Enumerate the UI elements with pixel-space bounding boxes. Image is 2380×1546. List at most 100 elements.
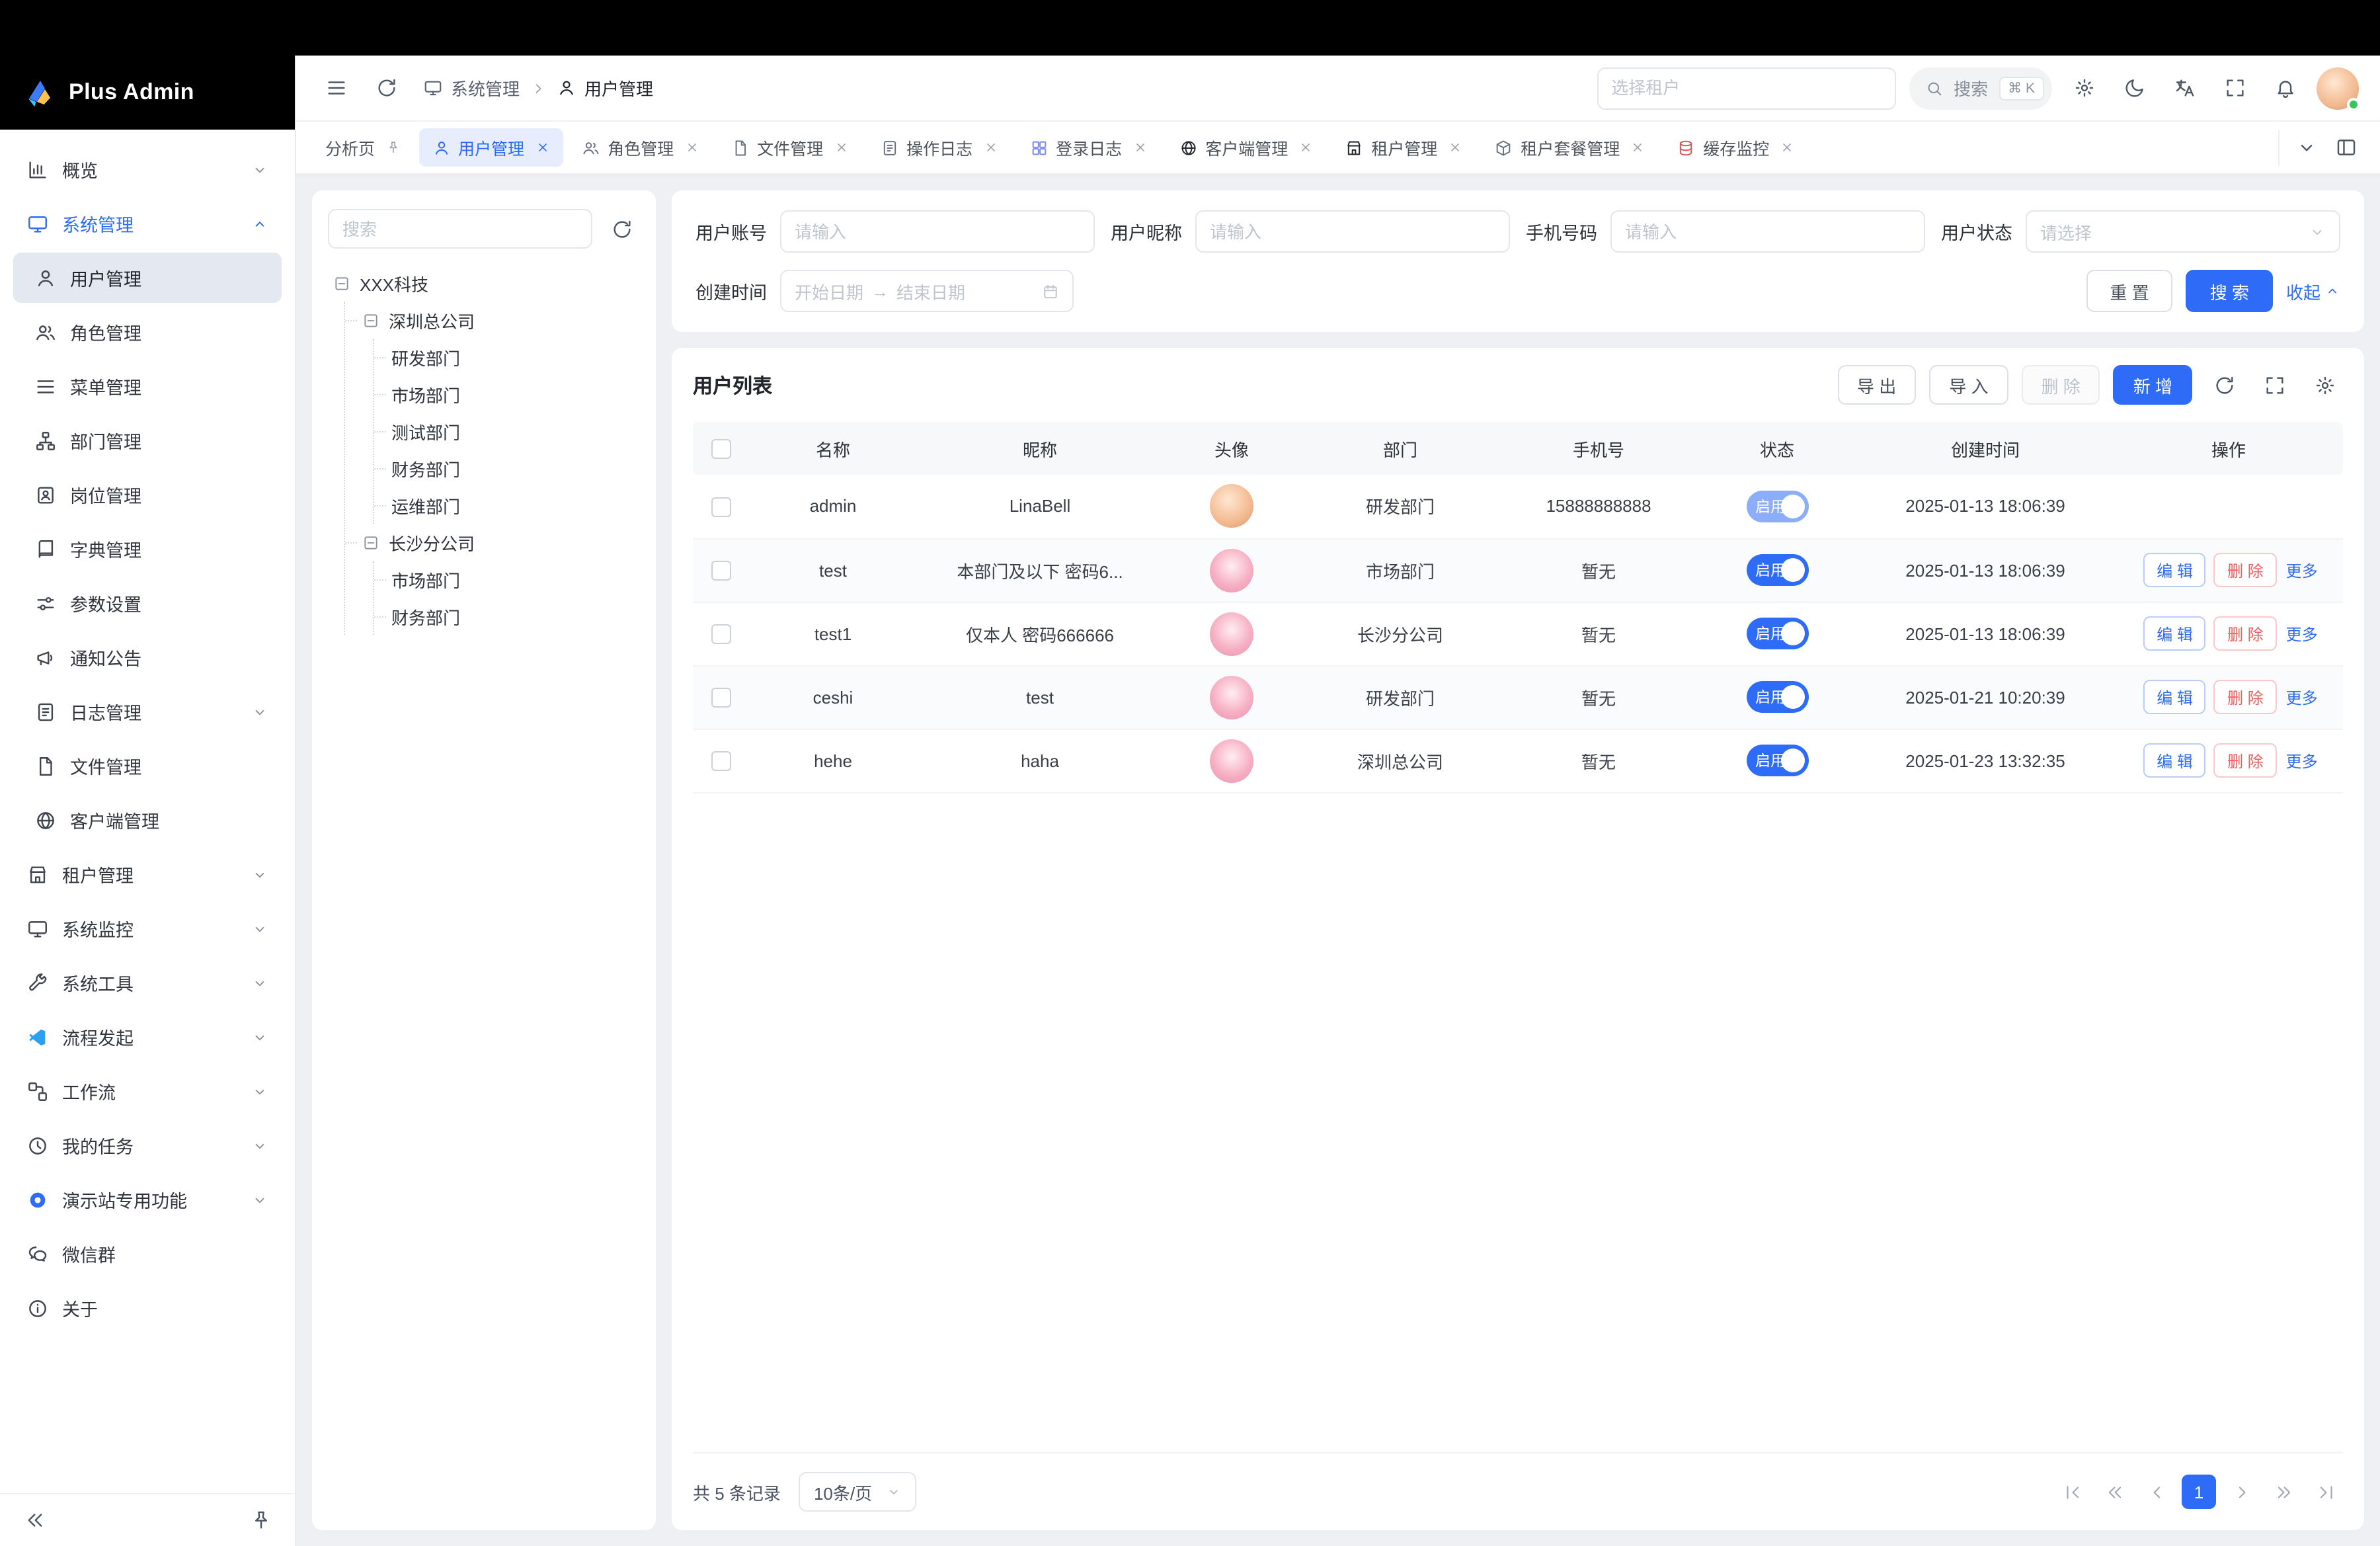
tree-node[interactable]: 市场部门 (391, 376, 640, 413)
row-checkbox[interactable] (711, 751, 731, 771)
filter-account-text-input[interactable] (795, 222, 1080, 241)
tenant-select-input[interactable] (1611, 78, 1881, 98)
status-toggle[interactable]: 启用 (1746, 554, 1808, 586)
sidebar-item-department-management[interactable]: 部门管理 (13, 415, 282, 466)
tree-node[interactable]: 财务部门 (391, 598, 640, 635)
page-refresh-button[interactable] (368, 69, 405, 106)
breadcrumb-item-system[interactable]: 系统管理 (423, 75, 520, 101)
sidebar-collapse-button[interactable] (19, 1504, 50, 1536)
more-button[interactable]: 更多 (2286, 688, 2318, 707)
export-button[interactable]: 导 出 (1837, 365, 1916, 405)
edit-button[interactable]: 编 辑 (2143, 553, 2206, 587)
fullscreen-button[interactable] (2216, 69, 2253, 106)
status-toggle[interactable]: 启用 (1746, 491, 1808, 522)
notification-bell-button[interactable] (2266, 69, 2303, 106)
language-translate-button[interactable] (2166, 69, 2203, 106)
filter-status-input[interactable]: 请选择 (2026, 210, 2340, 253)
sidebar-item-my-tasks[interactable]: 我的任务 (13, 1120, 282, 1170)
tab-client-management[interactable]: 客户端管理 (1166, 128, 1326, 167)
edit-button[interactable]: 编 辑 (2143, 616, 2206, 651)
table-column-settings-button[interactable] (2306, 366, 2343, 403)
sidebar-item-system-management[interactable]: 系统管理 (13, 198, 282, 249)
logo[interactable]: Plus Admin (0, 56, 295, 130)
search-button[interactable]: 搜 索 (2186, 270, 2273, 312)
status-toggle[interactable]: 启用 (1746, 681, 1808, 713)
hamburger-menu-button[interactable] (317, 69, 354, 106)
sidebar-item-client-management[interactable]: 客户端管理 (13, 795, 282, 845)
sidebar-item-tenant-management[interactable]: 租户管理 (13, 849, 282, 899)
prev-page-button[interactable] (2139, 1475, 2174, 1509)
tree-node[interactable]: 市场部门 (391, 561, 640, 598)
tenant-select[interactable] (1597, 67, 1895, 109)
delete-button[interactable]: 删 除 (2214, 680, 2277, 714)
sidebar-item-parameter-settings[interactable]: 参数设置 (13, 578, 282, 628)
page-number-current[interactable]: 1 (2182, 1475, 2216, 1509)
sidebar-item-notice-announcement[interactable]: 通知公告 (13, 632, 282, 682)
edit-button[interactable]: 编 辑 (2143, 743, 2206, 778)
sidebar-item-dictionary-management[interactable]: 字典管理 (13, 524, 282, 574)
filter-nickname-text-input[interactable] (1210, 222, 1495, 241)
tab-analysis-page[interactable]: 分析页 (312, 128, 413, 167)
delete-button[interactable]: 删 除 (2214, 743, 2277, 778)
sidebar-item-system-tools[interactable]: 系统工具 (13, 957, 282, 1008)
prev-pages-button[interactable] (2097, 1475, 2131, 1509)
table-refresh-button[interactable] (2205, 366, 2242, 403)
filter-phone-input[interactable] (1610, 210, 1925, 253)
reset-button[interactable]: 重 置 (2086, 270, 2172, 312)
sidebar-item-process-initiation[interactable]: 流程发起 (13, 1012, 282, 1062)
sidebar-pin-button[interactable] (245, 1504, 276, 1536)
tree-node[interactable]: 财务部门 (391, 450, 640, 487)
sidebar-item-file-management[interactable]: 文件管理 (13, 741, 282, 791)
row-checkbox[interactable] (711, 688, 731, 708)
collapse-filters-link[interactable]: 收起 (2286, 278, 2340, 304)
edit-button[interactable]: 编 辑 (2143, 680, 2206, 714)
sidebar-item-log-management[interactable]: 日志管理 (13, 686, 282, 737)
tree-node[interactable]: 深圳总公司 (362, 302, 640, 339)
sidebar-item-system-monitor[interactable]: 系统监控 (13, 903, 282, 954)
page-size-select[interactable]: 10条/页 (799, 1472, 916, 1512)
first-page-button[interactable] (2055, 1475, 2089, 1509)
status-toggle[interactable]: 启用 (1746, 618, 1808, 649)
tree-node[interactable]: 长沙分公司 (362, 524, 640, 561)
row-checkbox[interactable] (711, 497, 731, 517)
more-button[interactable]: 更多 (2286, 561, 2318, 580)
delete-button[interactable]: 删 除 (2214, 553, 2277, 587)
delete-selected-button[interactable]: 删 除 (2022, 365, 2100, 405)
sidebar-item-user-management[interactable]: 用户管理 (13, 253, 282, 303)
sidebar-item-demo-features[interactable]: 演示站专用功能 (13, 1174, 282, 1225)
more-button[interactable]: 更多 (2286, 625, 2318, 643)
tab-tenant-package-management[interactable]: 租户套餐管理 (1481, 128, 1658, 167)
breadcrumb-item-user[interactable]: 用户管理 (557, 75, 653, 101)
tree-node[interactable]: 测试部门 (391, 413, 640, 450)
filter-phone-text-input[interactable] (1625, 222, 1911, 241)
global-search-button[interactable]: 搜索 ⌘ K (1909, 67, 2052, 109)
sidebar-item-overview[interactable]: 概览 (13, 144, 282, 194)
status-toggle[interactable]: 启用 (1746, 745, 1808, 776)
tabs-layout-button[interactable] (2327, 129, 2364, 166)
delete-button[interactable]: 删 除 (2214, 616, 2277, 651)
user-avatar[interactable] (2317, 67, 2359, 109)
table-fullscreen-button[interactable] (2256, 366, 2293, 403)
sidebar-item-wechat-group[interactable]: 微信群 (13, 1229, 282, 1279)
tab-login-log[interactable]: 登录日志 (1016, 128, 1160, 167)
filter-created-date-range[interactable]: 开始日期 → 结束日期 (780, 270, 1074, 312)
tab-tenant-management[interactable]: 租户管理 (1331, 128, 1476, 167)
row-checkbox[interactable] (711, 561, 731, 581)
settings-gear-button[interactable] (2065, 69, 2102, 106)
tree-search-input[interactable] (342, 219, 578, 239)
filter-account-input[interactable] (780, 210, 1095, 253)
theme-moon-button[interactable] (2116, 69, 2153, 106)
sidebar-item-role-management[interactable]: 角色管理 (13, 307, 282, 357)
import-button[interactable]: 导 入 (1929, 365, 2008, 405)
select-all-checkbox[interactable] (711, 439, 731, 459)
tab-cache-monitor[interactable]: 缓存监控 (1663, 128, 1807, 167)
more-button[interactable]: 更多 (2286, 752, 2318, 770)
add-button[interactable]: 新 增 (2114, 365, 2192, 405)
sidebar-item-menu-management[interactable]: 菜单管理 (13, 361, 282, 411)
tree-node[interactable]: 研发部门 (391, 339, 640, 376)
sidebar-item-post-management[interactable]: 岗位管理 (13, 469, 282, 520)
tree-node[interactable]: XXX科技 (333, 264, 640, 302)
tree-node[interactable]: 运维部门 (391, 487, 640, 524)
next-pages-button[interactable] (2266, 1475, 2301, 1509)
tabs-dropdown-button[interactable] (2287, 129, 2324, 166)
